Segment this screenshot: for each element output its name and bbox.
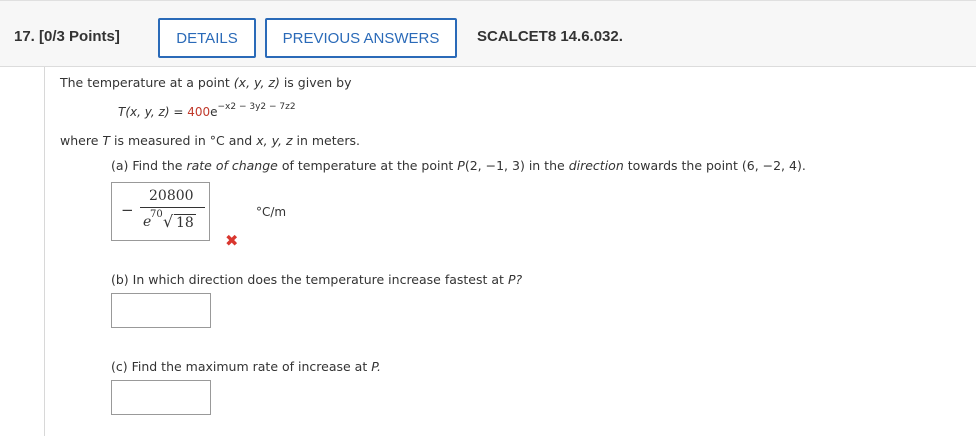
part-a-mid2: in the [528,158,565,173]
part-b-answer-field[interactable] [111,293,211,328]
part-a-mid1: of temperature at the point [281,158,454,173]
part-b-label: (b) In which direction does the temperat… [111,272,504,287]
question-body: The temperature at a point (x, y, z) is … [44,67,976,436]
part-b-prompt: (b) In which direction does the temperat… [111,272,522,287]
part-c-label: (c) Find the maximum rate of increase at [111,359,368,374]
function-lhs: T(x, y, z) = [118,105,184,119]
function-coefficient: 400 [187,105,211,119]
part-b-point: P? [507,272,523,287]
part-a-target-point: (6, −2, 4). [741,158,806,173]
part-a-point-coords: (2, −1, 3) [464,158,525,173]
measure-vars: x, y, z [256,133,293,148]
part-a-point-P: P [457,158,465,173]
fraction-bar [140,207,205,208]
part-a-rate: rate of change [186,158,278,173]
part-a-prompt: (a) Find the rate of change of temperatu… [111,158,806,173]
part-c-answer-field[interactable] [111,380,211,415]
measure-end: in meters. [296,133,360,148]
function-base: e [210,105,218,119]
measure-where: where [60,133,99,148]
course-code: SCALCET8 14.6.032. [477,28,623,45]
previous-answers-button[interactable]: PREVIOUS ANSWERS [265,18,457,58]
measure-T: T [102,133,111,148]
intro-end: is given by [283,75,352,90]
part-c-point: P. [371,359,382,374]
part-a-answer-field[interactable]: − 20800 e 70 √ 18 [111,182,210,241]
question-number-label: 17. [14,28,35,45]
intro-vars: (x, y, z) [233,75,280,90]
part-a-prefix: (a) Find the [111,158,183,173]
function-exponent: −x2 − 3y2 − 7z2 [217,102,296,112]
part-a-direction: direction [568,158,624,173]
temperature-function: T(x, y, z) = 400e−x2 − 3y2 − 7z2 [118,102,296,119]
answer-sign: − [121,201,134,219]
part-c-prompt: (c) Find the maximum rate of increase at… [111,359,381,374]
sqrt-symbol: √ [163,212,174,231]
part-a-answer-expression: − 20800 e 70 √ 18 [112,183,211,242]
question-number: 17. [0/3 Points] [14,28,120,45]
answer-numerator: 20800 [149,188,194,204]
details-button[interactable]: DETAILS [158,18,256,58]
part-a-units: °C/m [256,205,287,219]
intro-text: The temperature at a point [60,75,230,90]
answer-denominator-radicand: 18 [174,214,196,231]
problem-intro: The temperature at a point (x, y, z) is … [60,75,352,90]
question-points: [0/3 Points] [39,28,120,45]
answer-denominator-exponent: 70 [150,209,163,220]
measure-mid: is measured in °C and [114,133,253,148]
part-a-mid3: towards the point [627,158,738,173]
question-header: 17. [0/3 Points] DETAILS PREVIOUS ANSWER… [0,0,976,67]
incorrect-icon: ✖ [225,231,239,250]
measurement-note: where T is measured in °C and x, y, z in… [60,133,360,148]
